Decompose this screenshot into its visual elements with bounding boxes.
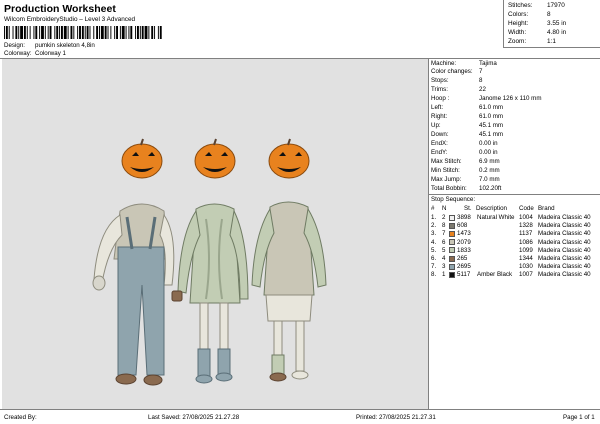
design-canvas	[2, 59, 428, 409]
barcode	[4, 26, 162, 39]
figure-hoodie	[251, 138, 327, 382]
stop-number: 7.	[431, 263, 437, 271]
info-row: Stops: 8	[431, 77, 483, 84]
figure-sweater	[171, 138, 249, 384]
stitch-count: 265	[457, 255, 468, 262]
summary-width: Width: 4.80 in	[508, 29, 567, 36]
design-label: Design:	[4, 42, 25, 49]
summary-zoom: Zoom: 1:1	[508, 38, 556, 45]
info-row: Hoop : Janome 126 x 110 mm	[431, 95, 542, 102]
needle-number: 7	[442, 230, 446, 238]
needle-number: 2	[442, 214, 446, 221]
thread-brand: Madeira Classic 40	[538, 230, 591, 238]
color-swatch	[449, 247, 455, 254]
stitch-count: 3898	[457, 214, 471, 221]
stitch-count: 1833	[457, 246, 471, 254]
info-row: EndX: 0.00 in	[431, 140, 498, 147]
stitch-count: 2695	[457, 263, 471, 271]
needle-number: 1	[442, 271, 446, 279]
summary-height: Height: 3.55 in	[508, 20, 567, 27]
page-number: Page 1 of 1	[563, 414, 595, 421]
summary-box: Stitches: 17970 Colors: 8 Height: 3.55 in W…	[503, 0, 600, 48]
info-row: EndY: 0.00 in	[431, 149, 498, 156]
app-subtitle: Wilcom EmbroideryStudio – Level 3 Advanc…	[4, 16, 136, 23]
needle-number: 4	[442, 255, 446, 262]
summary-colors: Colors: 8	[508, 11, 551, 18]
stop-number: 3.	[431, 230, 437, 238]
colorway-label: Colorway:	[4, 50, 32, 57]
info-row: Up: 45.1 mm	[431, 122, 504, 129]
thread-brand: Madeira Classic 40	[538, 271, 591, 279]
color-swatch	[449, 230, 455, 237]
info-row: Left: 61.0 mm	[431, 104, 504, 111]
thread-code: 1030	[519, 263, 533, 271]
thread-code: 1086	[519, 238, 533, 246]
last-saved: Last Saved: 27/08/2025 21.27.28	[148, 414, 240, 421]
info-row: Down: 45.1 mm	[431, 131, 504, 138]
info-row: Machine: Tajima	[431, 60, 497, 67]
stop-sequence-title: Stop Sequence:	[431, 196, 476, 203]
info-row: Total Bobbin: 102.20ft	[431, 185, 502, 192]
stop-number: 5.	[431, 246, 437, 254]
thread-brand: Madeira Classic 40	[538, 222, 591, 230]
info-row: Trims: 22	[431, 86, 486, 93]
stop-number: 8.	[431, 271, 437, 279]
stitch-count: 5117	[457, 271, 471, 279]
color-swatch	[449, 271, 455, 278]
printed-date: Printed: 27/08/2025 21.27.31	[356, 414, 436, 421]
color-swatch	[449, 239, 455, 246]
info-row: Max Stitch: 6.9 mm	[431, 158, 500, 165]
thread-brand: Madeira Classic 40	[538, 238, 591, 246]
thread-code: 1344	[519, 255, 533, 262]
color-swatch	[449, 263, 455, 270]
stitch-count: 1473	[457, 230, 471, 238]
thread-brand: Madeira Classic 40	[538, 255, 591, 262]
design-value: pumkin skeleton 4,8in	[35, 42, 95, 49]
stitch-count: 608	[457, 222, 468, 230]
info-row: Color changes: 7	[431, 68, 483, 75]
color-swatch	[449, 214, 455, 221]
stop-number: 1.	[431, 214, 437, 221]
stop-number: 2.	[431, 222, 437, 230]
color-description: Amber Black	[477, 271, 513, 279]
page-title: Production Worksheet	[4, 3, 116, 15]
info-row: Right: 61.0 mm	[431, 113, 504, 120]
footer: Created By: Last Saved: 27/08/2025 21.27…	[0, 409, 600, 424]
figure-overalls	[92, 138, 175, 386]
needle-number: 3	[442, 263, 446, 271]
created-by: Created By:	[4, 414, 37, 421]
embroidery-preview	[92, 138, 327, 386]
summary-stitches: Stitches: 17970	[508, 2, 565, 9]
thread-code: 1099	[519, 246, 533, 254]
stitch-count: 2079	[457, 238, 471, 246]
thread-brand: Madeira Classic 40	[538, 214, 591, 221]
colorway-value: Colorway 1	[35, 50, 66, 57]
color-swatch	[449, 222, 455, 229]
machine-info-panel: Machine: Tajima Color changes: 7 Stops: 8 T…	[428, 59, 600, 409]
thread-brand: Madeira Classic 40	[538, 263, 591, 271]
thread-code: 1328	[519, 222, 533, 230]
divider	[428, 194, 600, 195]
needle-number: 6	[442, 238, 446, 246]
stop-number: 6.	[431, 255, 437, 262]
needle-number: 5	[442, 246, 446, 254]
thread-code: 1137	[519, 230, 533, 238]
info-row: Max Jump: 7.0 mm	[431, 176, 500, 183]
thread-brand: Madeira Classic 40	[538, 246, 591, 254]
thread-code: 1004	[519, 214, 533, 221]
color-swatch	[449, 255, 455, 262]
thread-code: 1007	[519, 271, 533, 279]
info-row: Min Stitch: 0.2 mm	[431, 167, 500, 174]
stop-number: 4.	[431, 238, 437, 246]
needle-number: 8	[442, 222, 446, 230]
color-description: Natural White	[477, 214, 515, 221]
